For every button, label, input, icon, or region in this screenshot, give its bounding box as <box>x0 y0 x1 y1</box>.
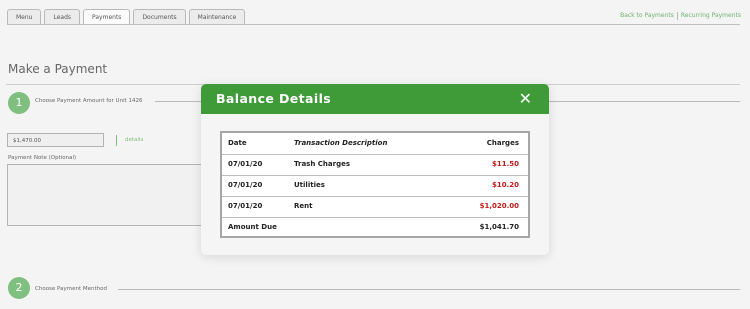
table-total-row: Amount Due $1,041.70 <box>222 217 528 238</box>
details-separator <box>116 135 117 146</box>
step-1-badge: 1 <box>8 92 30 114</box>
modal-header: Balance Details ✕ <box>201 84 549 114</box>
page-title: Make a Payment <box>8 62 108 76</box>
balance-details-modal: Balance Details ✕ Date Transaction Descr… <box>201 84 549 255</box>
tab-leads[interactable]: Leads <box>44 9 81 24</box>
step-1-label: Choose Payment Amount for Unit 1426 <box>35 98 143 104</box>
header-date: Date <box>228 139 247 147</box>
close-icon[interactable]: ✕ <box>519 90 532 108</box>
row-description: Rent <box>294 202 313 210</box>
row-date: 07/01/20 <box>228 181 263 189</box>
tab-documents[interactable]: Documents <box>133 9 186 24</box>
row-charge: $1,020.00 <box>479 202 519 210</box>
tab-bar: Menu Leads Payments Documents Maintenanc… <box>7 9 246 24</box>
total-label: Amount Due <box>228 223 277 231</box>
tab-menu[interactable]: Menu <box>7 9 42 24</box>
modal-title: Balance Details <box>216 91 332 106</box>
tab-divider <box>7 24 740 25</box>
row-date: 07/01/20 <box>228 202 263 210</box>
header-description: Transaction Description <box>294 139 388 147</box>
top-links: Back to Payments Recurring Payments <box>620 12 741 20</box>
row-date: 07/01/20 <box>228 160 263 168</box>
step-2-badge: 2 <box>8 277 30 299</box>
payment-note-label: Payment Note (Optional) <box>8 155 77 161</box>
row-description: Trash Charges <box>294 160 350 168</box>
row-charge: $11.50 <box>491 160 519 168</box>
total-value: $1,041.70 <box>479 223 519 231</box>
table-row: 07/01/20 Utilities $10.20 <box>222 175 528 197</box>
recurring-payments-link[interactable]: Recurring Payments <box>681 12 741 20</box>
link-separator <box>676 12 678 20</box>
tab-maintenance[interactable]: Maintenance <box>188 9 246 24</box>
payment-page: Menu Leads Payments Documents Maintenanc… <box>0 0 750 309</box>
payment-amount-input[interactable]: $1,470.00 <box>7 133 104 147</box>
row-charge: $10.20 <box>491 181 519 189</box>
table-header-row: Date Transaction Description Charges <box>222 133 528 155</box>
balance-table: Date Transaction Description Charges 07/… <box>220 131 530 238</box>
details-link[interactable]: details <box>125 137 143 143</box>
tab-payments[interactable]: Payments <box>83 9 131 24</box>
step-2-line <box>118 289 740 290</box>
payment-note-textarea[interactable] <box>7 164 207 226</box>
step-2-label: Choose Payment Menthod <box>35 286 107 292</box>
row-description: Utilities <box>294 181 325 189</box>
header-charges: Charges <box>486 139 519 147</box>
table-row: 07/01/20 Trash Charges $11.50 <box>222 154 528 176</box>
back-to-payments-link[interactable]: Back to Payments <box>620 12 674 20</box>
table-row: 07/01/20 Rent $1,020.00 <box>222 196 528 218</box>
